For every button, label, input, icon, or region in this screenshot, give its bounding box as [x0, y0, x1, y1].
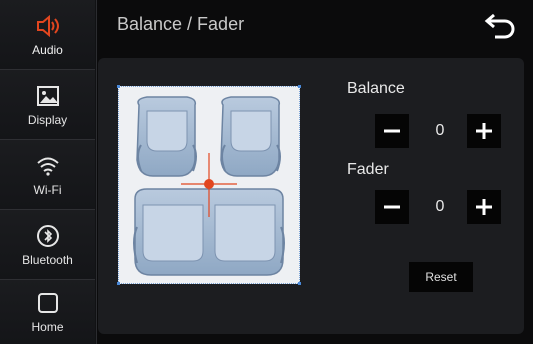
sidebar-item-label: Wi-Fi [33, 182, 62, 197]
sidebar-item-audio[interactable]: Audio [0, 0, 95, 70]
back-arrow-icon [484, 13, 515, 39]
fader-value: 0 [435, 198, 445, 215]
sidebar-item-label: Audio [32, 42, 63, 57]
balance-label: Balance [347, 80, 405, 97]
sidebar-item-wifi[interactable]: Wi-Fi [0, 140, 95, 210]
bluetooth-icon [36, 223, 60, 249]
plus-icon [476, 199, 492, 215]
back-button[interactable] [480, 12, 516, 40]
sidebar-item-bluetooth[interactable]: Bluetooth [0, 210, 95, 280]
sidebar-item-home[interactable]: Home [0, 280, 95, 344]
reset-button[interactable]: Reset [409, 262, 473, 292]
sidebar-item-label: Display [27, 112, 68, 127]
speaker-icon [35, 13, 61, 39]
front-right-seat [220, 96, 281, 177]
fader-plus-button[interactable] [467, 190, 501, 224]
balance-minus-button[interactable] [375, 114, 409, 148]
plus-icon [476, 123, 492, 139]
seat-map[interactable] [117, 85, 301, 285]
page-title: Balance / Fader [117, 14, 245, 34]
front-left-seat [136, 96, 197, 177]
sidebar-item-display[interactable]: Display [0, 70, 95, 140]
image-icon [36, 83, 60, 109]
fader-minus-button[interactable] [375, 190, 409, 224]
wifi-icon [36, 153, 60, 179]
sidebar-item-label: Home [31, 320, 64, 334]
sidebar-item-label: Bluetooth [22, 252, 73, 267]
balance-value: 0 [435, 122, 445, 139]
sidebar: Audio Display Wi-Fi Bluetooth Home [0, 0, 97, 344]
home-icon [36, 290, 60, 316]
minus-icon [384, 129, 400, 133]
minus-icon [384, 205, 400, 209]
balance-plus-button[interactable] [467, 114, 501, 148]
fader-label: Fader [347, 161, 389, 178]
